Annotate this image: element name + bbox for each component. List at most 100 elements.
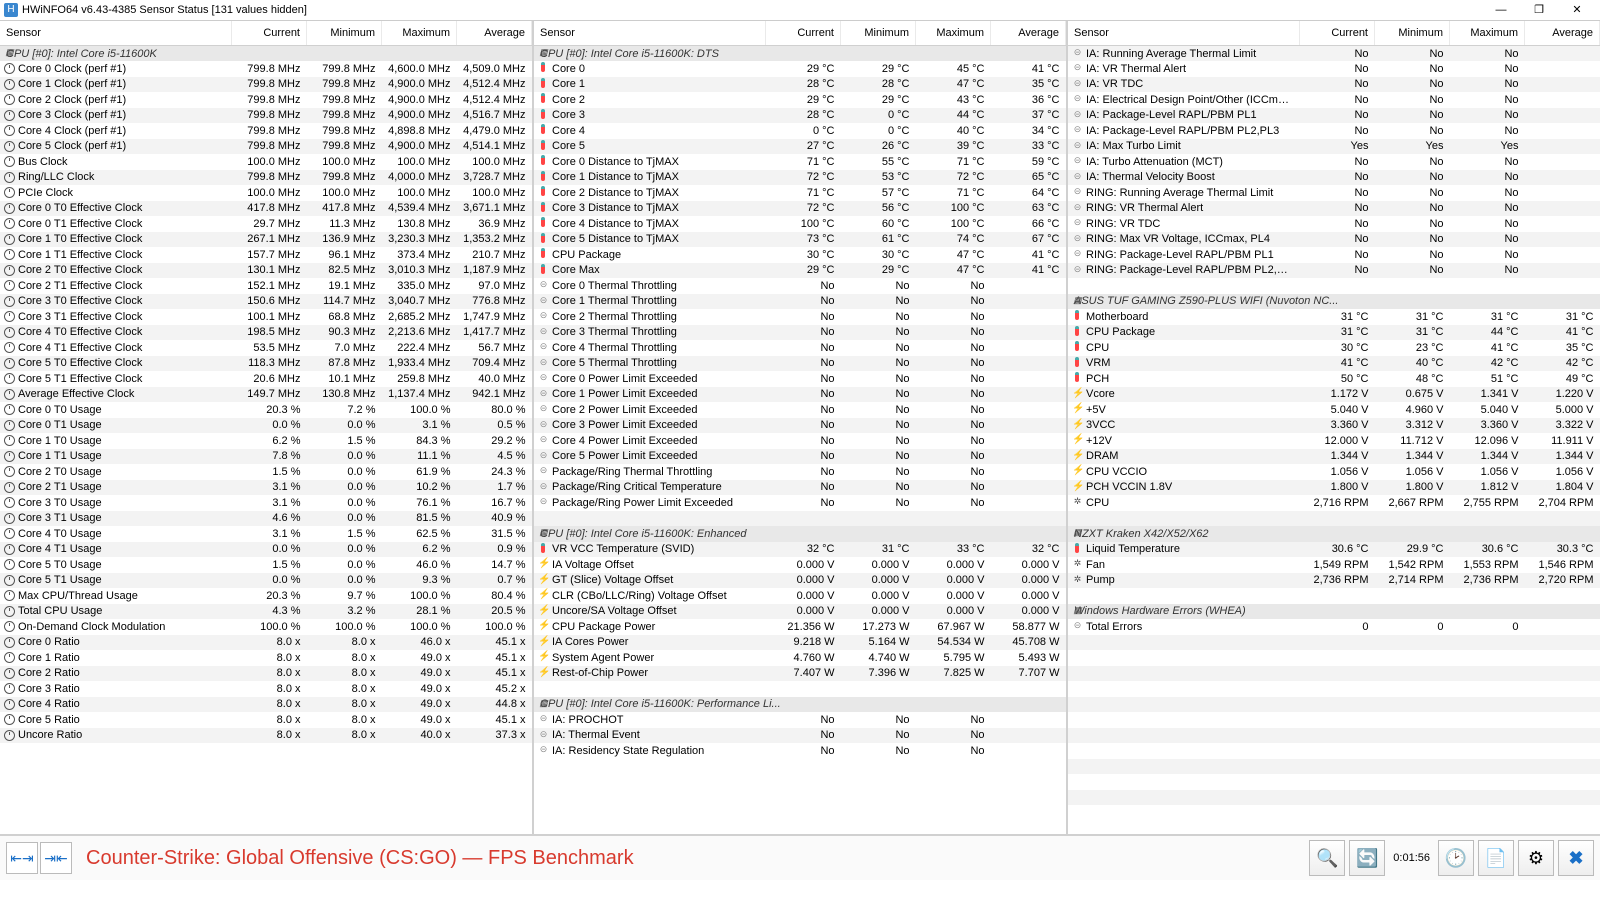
sensor-row[interactable]: Rest-of-Chip Power7.407 W7.396 W7.825 W7… [534, 666, 1066, 682]
sensor-row[interactable]: Core 3 T0 Effective Clock150.6 MHz114.7 … [0, 294, 532, 310]
sensor-row[interactable]: IA: Max Turbo LimitYesYesYes [1068, 139, 1600, 155]
section-header[interactable]: NZXT Kraken X42/X52/X62 [1068, 526, 1600, 542]
sensor-row[interactable]: Core 0 T1 Effective Clock29.7 MHz11.3 MH… [0, 216, 532, 232]
sensor-row[interactable]: PCIe Clock100.0 MHz100.0 MHz100.0 MHz100… [0, 185, 532, 201]
sensor-row[interactable]: Core 40 °C0 °C40 °C34 °C [534, 123, 1066, 139]
sensor-row[interactable]: Core 2 T1 Effective Clock152.1 MHz19.1 M… [0, 278, 532, 294]
sensor-row[interactable]: IA: VR TDCNoNoNo [1068, 77, 1600, 93]
col-sensor[interactable]: Sensor [0, 21, 232, 46]
sensor-row[interactable]: Core 328 °C0 °C44 °C37 °C [534, 108, 1066, 124]
close-panel-button[interactable]: ✖ [1558, 840, 1594, 876]
sensor-row[interactable]: CPU Package Power21.356 W17.273 W67.967 … [534, 619, 1066, 635]
sensor-row[interactable]: Core 2 T0 Usage1.5 %0.0 %61.9 %24.3 % [0, 464, 532, 480]
col-minimum[interactable]: Minimum [1375, 21, 1450, 46]
sensor-row[interactable]: System Agent Power4.760 W4.740 W5.795 W5… [534, 650, 1066, 666]
sensor-row[interactable]: Core 029 °C29 °C45 °C41 °C [534, 61, 1066, 77]
sensor-row[interactable]: Core 0 Thermal ThrottlingNoNoNo [534, 278, 1066, 294]
sensor-row[interactable]: On-Demand Clock Modulation100.0 %100.0 %… [0, 619, 532, 635]
section-header[interactable]: Windows Hardware Errors (WHEA) [1068, 604, 1600, 620]
sensor-row[interactable]: Core 1 Distance to TjMAX72 °C53 °C72 °C6… [534, 170, 1066, 186]
expand-button[interactable]: ⇥⇤ [40, 842, 72, 874]
sensor-row[interactable]: RING: VR Thermal AlertNoNoNo [1068, 201, 1600, 217]
sensor-row[interactable]: Core 5 Thermal ThrottlingNoNoNo [534, 356, 1066, 372]
sensor-row[interactable]: Core 3 Clock (perf #1)799.8 MHz799.8 MHz… [0, 108, 532, 124]
sensor-row[interactable]: Core 1 Thermal ThrottlingNoNoNo [534, 294, 1066, 310]
sensor-row[interactable]: Core 0 T1 Usage0.0 %0.0 %3.1 %0.5 % [0, 418, 532, 434]
sensor-row[interactable]: IA Cores Power9.218 W5.164 W54.534 W45.7… [534, 635, 1066, 651]
sensor-row[interactable]: Core 1 Clock (perf #1)799.8 MHz799.8 MHz… [0, 77, 532, 93]
sensor-row[interactable]: IA: Package-Level RAPL/PBM PL2,PL3NoNoNo [1068, 123, 1600, 139]
col-sensor[interactable]: Sensor [1068, 21, 1300, 46]
sensor-row[interactable]: Core 5 T0 Usage1.5 %0.0 %46.0 %14.7 % [0, 557, 532, 573]
sensor-row[interactable]: DRAM1.344 V1.344 V1.344 V1.344 V [1068, 449, 1600, 465]
close-button[interactable]: ✕ [1558, 0, 1596, 20]
refresh-button[interactable]: 🔄 [1349, 840, 1385, 876]
sensor-row[interactable]: Core 527 °C26 °C39 °C33 °C [534, 139, 1066, 155]
col-current[interactable]: Current [766, 21, 841, 46]
sensor-row[interactable]: RING: VR TDCNoNoNo [1068, 216, 1600, 232]
sensor-row[interactable]: RING: Package-Level RAPL/PBM PL2,PL3NoNo… [1068, 263, 1600, 279]
sensor-row[interactable]: Core 0 Clock (perf #1)799.8 MHz799.8 MHz… [0, 61, 532, 77]
sensor-row[interactable]: Core 229 °C29 °C43 °C36 °C [534, 92, 1066, 108]
sensor-row[interactable]: IA: Turbo Attenuation (MCT)NoNoNo [1068, 154, 1600, 170]
sensor-row[interactable]: Total Errors000 [1068, 619, 1600, 635]
minimize-button[interactable]: ― [1482, 0, 1520, 20]
sensor-row[interactable]: Core 0 Power Limit ExceededNoNoNo [534, 371, 1066, 387]
sensor-row[interactable]: Uncore/SA Voltage Offset0.000 V0.000 V0.… [534, 604, 1066, 620]
sensor-row[interactable]: PCH50 °C48 °C51 °C49 °C [1068, 371, 1600, 387]
col-average[interactable]: Average [1525, 21, 1600, 46]
sensor-row[interactable]: Liquid Temperature30.6 °C29.9 °C30.6 °C3… [1068, 542, 1600, 558]
sensor-row[interactable]: IA: Residency State RegulationNoNoNo [534, 743, 1066, 759]
sensor-row[interactable]: Core 3 Ratio8.0 x8.0 x49.0 x45.2 x [0, 681, 532, 697]
sensor-row[interactable]: Core 4 T0 Effective Clock198.5 MHz90.3 M… [0, 325, 532, 341]
sensor-row[interactable]: Uncore Ratio8.0 x8.0 x40.0 x37.3 x [0, 728, 532, 744]
col-sensor[interactable]: Sensor [534, 21, 766, 46]
sensor-row[interactable]: Core 3 T1 Usage4.6 %0.0 %81.5 %40.9 % [0, 511, 532, 527]
sensor-row[interactable]: CPU2,716 RPM2,667 RPM2,755 RPM2,704 RPM [1068, 495, 1600, 511]
sensor-row[interactable]: Core 4 Ratio8.0 x8.0 x49.0 x44.8 x [0, 697, 532, 713]
sensor-row[interactable]: Core 1 T0 Effective Clock267.1 MHz136.9 … [0, 232, 532, 248]
sensor-row[interactable]: +5V5.040 V4.960 V5.040 V5.000 V [1068, 402, 1600, 418]
sensor-row[interactable]: GT (Slice) Voltage Offset0.000 V0.000 V0… [534, 573, 1066, 589]
sensor-row[interactable]: Core 2 T0 Effective Clock130.1 MHz82.5 M… [0, 263, 532, 279]
sensor-row[interactable]: RING: Running Average Thermal LimitNoNoN… [1068, 185, 1600, 201]
find-button[interactable]: 🔍 [1309, 840, 1345, 876]
col-current[interactable]: Current [232, 21, 307, 46]
sensor-row[interactable]: CPU Package31 °C31 °C44 °C41 °C [1068, 325, 1600, 341]
sensor-row[interactable]: Fan1,549 RPM1,542 RPM1,553 RPM1,546 RPM [1068, 557, 1600, 573]
col-average[interactable]: Average [991, 21, 1066, 46]
sensor-row[interactable]: IA: VR Thermal AlertNoNoNo [1068, 61, 1600, 77]
log-button[interactable]: 📄 [1478, 840, 1514, 876]
sensor-row[interactable]: Vcore1.172 V0.675 V1.341 V1.220 V [1068, 387, 1600, 403]
sensor-row[interactable]: Core 1 T1 Effective Clock157.7 MHz96.1 M… [0, 247, 532, 263]
shrink-button[interactable]: ⇤⇥ [6, 842, 38, 874]
section-header[interactable]: CPU [#0]: Intel Core i5-11600K: Performa… [534, 697, 1066, 713]
sensor-row[interactable]: Core 4 T1 Usage0.0 %0.0 %6.2 %0.9 % [0, 542, 532, 558]
sensor-row[interactable]: RING: Max VR Voltage, ICCmax, PL4NoNoNo [1068, 232, 1600, 248]
sensor-row[interactable]: Core 4 T0 Usage3.1 %1.5 %62.5 %31.5 % [0, 526, 532, 542]
col-minimum[interactable]: Minimum [841, 21, 916, 46]
clock-button[interactable]: 🕑 [1438, 840, 1474, 876]
sensor-row[interactable]: Core 2 Clock (perf #1)799.8 MHz799.8 MHz… [0, 92, 532, 108]
sensor-row[interactable]: Average Effective Clock149.7 MHz130.8 MH… [0, 387, 532, 403]
sensor-row[interactable]: Core 4 Clock (perf #1)799.8 MHz799.8 MHz… [0, 123, 532, 139]
sensor-row[interactable]: Core 1 Power Limit ExceededNoNoNo [534, 387, 1066, 403]
sensor-row[interactable]: VR VCC Temperature (SVID)32 °C31 °C33 °C… [534, 542, 1066, 558]
sensor-row[interactable]: Motherboard31 °C31 °C31 °C31 °C [1068, 309, 1600, 325]
sensor-row[interactable]: Bus Clock100.0 MHz100.0 MHz100.0 MHz100.… [0, 154, 532, 170]
sensor-row[interactable]: Core 0 T0 Usage20.3 %7.2 %100.0 %80.0 % [0, 402, 532, 418]
sensor-row[interactable]: Core Max29 °C29 °C47 °C41 °C [534, 263, 1066, 279]
sensor-row[interactable]: Core 5 Ratio8.0 x8.0 x49.0 x45.1 x [0, 712, 532, 728]
sensor-row[interactable]: Pump2,736 RPM2,714 RPM2,736 RPM2,720 RPM [1068, 573, 1600, 589]
sensor-row[interactable]: CLR (CBo/LLC/Ring) Voltage Offset0.000 V… [534, 588, 1066, 604]
sensor-row[interactable]: IA: Thermal Velocity BoostNoNoNo [1068, 170, 1600, 186]
sensor-row[interactable]: Core 2 Ratio8.0 x8.0 x49.0 x45.1 x [0, 666, 532, 682]
sensor-row[interactable]: IA Voltage Offset0.000 V0.000 V0.000 V0.… [534, 557, 1066, 573]
col-maximum[interactable]: Maximum [1450, 21, 1525, 46]
sensor-row[interactable]: Core 4 Distance to TjMAX100 °C60 °C100 °… [534, 216, 1066, 232]
sensor-row[interactable]: CPU Package30 °C30 °C47 °C41 °C [534, 247, 1066, 263]
sensor-row[interactable]: Core 5 T1 Usage0.0 %0.0 %9.3 %0.7 % [0, 573, 532, 589]
sensor-row[interactable]: Package/Ring Thermal ThrottlingNoNoNo [534, 464, 1066, 480]
sensor-row[interactable]: Core 3 Thermal ThrottlingNoNoNo [534, 325, 1066, 341]
sensor-row[interactable]: Core 2 Distance to TjMAX71 °C57 °C71 °C6… [534, 185, 1066, 201]
